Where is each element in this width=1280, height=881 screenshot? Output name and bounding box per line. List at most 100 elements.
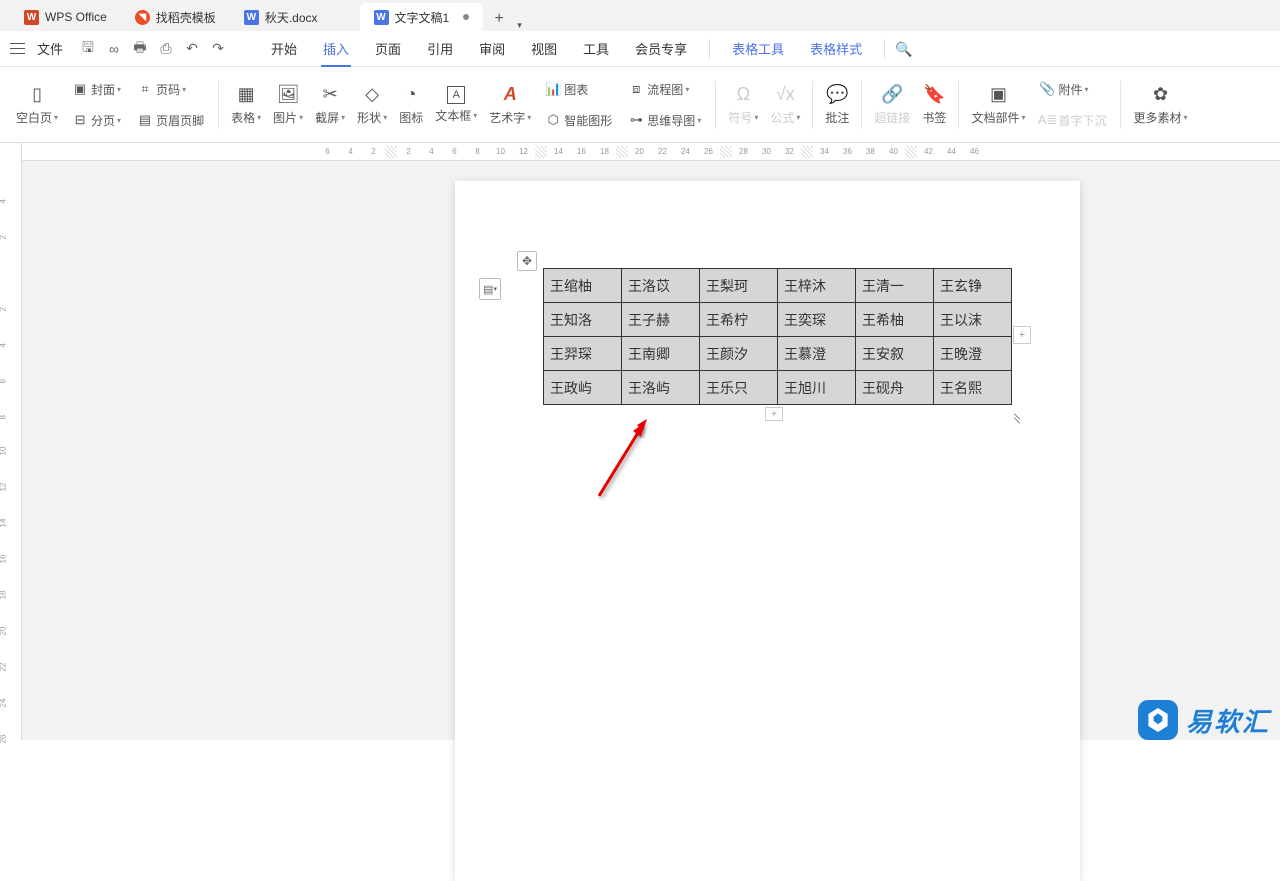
table-cell[interactable]: 王政屿 [544,371,622,405]
share-icon[interactable]: ∞ [105,40,123,58]
table-cell[interactable]: 王南卿 [622,337,700,371]
ribbon: ▯ 空白页▾ ▣封面▾ ⊟分页▾ ⌗页码▾ ▤页眉页脚 ▦表格▾ 🖼图片▾ ✂截… [0,67,1280,143]
table-cell[interactable]: 王慕澄 [778,337,856,371]
table-cell[interactable]: 王颜汐 [700,337,778,371]
symbol-button[interactable]: Ω符号▾ [722,73,764,137]
docer-icon: ◥ [135,10,150,25]
screenshot-button[interactable]: ✂截屏▾ [309,73,351,137]
table-button[interactable]: ▦表格▾ [225,73,267,137]
table-cell[interactable]: 王洛屿 [622,371,700,405]
add-column-button[interactable]: + [1013,326,1031,344]
mindmap-button[interactable]: ⊶思维导图▾ [624,105,705,135]
tab-member[interactable]: 会员专享 [623,31,699,67]
tab-reference[interactable]: 引用 [415,31,465,67]
tab-start[interactable]: 开始 [259,31,309,67]
table-cell[interactable]: 王希柠 [700,303,778,337]
textbox-button[interactable]: A文本框▾ [429,73,483,137]
table-cell[interactable]: 王子赫 [622,303,700,337]
bookmark-button[interactable]: 🔖书签 [916,73,952,137]
tab-table-tools[interactable]: 表格工具 [720,31,796,67]
table-cell[interactable]: 王梨珂 [700,269,778,303]
unsaved-dot-icon [463,14,469,20]
table-icon: ▦ [235,84,257,106]
doc-parts-button[interactable]: ▣文档部件▾ [965,73,1031,137]
tab-document-2[interactable]: W 文字文稿1 [360,3,484,31]
table-cell[interactable]: 王名熙 [934,371,1012,405]
attachment-button[interactable]: 📎附件▾ [1035,74,1110,104]
table-cell[interactable]: 王绾柚 [544,269,622,303]
table-cell[interactable]: 王清一 [856,269,934,303]
tab-view[interactable]: 视图 [519,31,569,67]
table-cell[interactable]: 王羿琛 [544,337,622,371]
tab-insert[interactable]: 插入 [311,31,361,67]
document-area: 4 2 2 4 6 8 10 12 14 16 18 20 22 24 26 6… [0,143,1280,740]
dropcap-icon: A≣ [1039,112,1055,128]
table-cell[interactable]: 王砚舟 [856,371,934,405]
print-preview-icon[interactable]: ⎙ [157,40,175,58]
flowchart-button[interactable]: ⧈流程图▾ [624,74,705,104]
table-row[interactable]: 王政屿王洛屿王乐只王旭川王砚舟王名熙 [544,371,1012,405]
chart-button[interactable]: 📊图表 [541,74,616,104]
redo-icon[interactable]: ↷ [209,40,227,58]
table-cell[interactable]: 王以沫 [934,303,1012,337]
picture-button[interactable]: 🖼图片▾ [267,73,309,137]
tab-label: WPS Office [45,10,107,24]
page-number-button[interactable]: ⌗页码▾ [133,74,208,104]
new-tab-button[interactable]: + [487,7,511,31]
menu-bar: 文件 🖫 ∞ 🖶 ⎙ ↶ ↷ 开始 插入 页面 引用 审阅 视图 工具 会员专享… [0,31,1280,67]
blank-page-icon: ▯ [26,84,48,106]
print-icon[interactable]: 🖶 [131,40,149,58]
table-move-handle[interactable]: ✥ [517,251,537,271]
table-row[interactable]: 王绾柚王洛苡王梨珂王梓沐王清一王玄铮 [544,269,1012,303]
tab-table-style[interactable]: 表格样式 [798,31,874,67]
shape-button[interactable]: ◇形状▾ [351,73,393,137]
document-table[interactable]: 王绾柚王洛苡王梨珂王梓沐王清一王玄铮王知洛王子赫王希柠王奕琛王希柚王以沫王羿琛王… [543,268,1012,405]
smartart-button[interactable]: ⬡智能图形 [541,105,616,135]
table-row[interactable]: 王羿琛王南卿王颜汐王慕澄王安叙王晚澄 [544,337,1012,371]
blank-page-button[interactable]: ▯ 空白页▾ [10,73,64,137]
hamburger-icon[interactable] [10,43,25,54]
table-row-selector[interactable]: ▤ ▾ [479,278,501,300]
table-cell[interactable]: 王玄铮 [934,269,1012,303]
icon-button[interactable]: ◔图标 [393,73,429,137]
document-page[interactable]: ✥ ▤ ▾ 王绾柚王洛苡王梨珂王梓沐王清一王玄铮王知洛王子赫王希柠王奕琛王希柚王… [455,181,1080,881]
vertical-ruler[interactable]: 4 2 2 4 6 8 10 12 14 16 18 20 22 24 26 [0,143,22,740]
table-cell[interactable]: 王梓沐 [778,269,856,303]
cover-button[interactable]: ▣封面▾ [68,74,125,104]
hyperlink-button[interactable]: 🔗超链接 [868,73,916,137]
tab-list-dropdown[interactable]: ▾ [517,20,522,31]
page-break-button[interactable]: ⊟分页▾ [68,105,125,135]
table-resize-handle[interactable] [1013,414,1023,424]
table-cell[interactable]: 王旭川 [778,371,856,405]
table-cell[interactable]: 王希柚 [856,303,934,337]
header-footer-button[interactable]: ▤页眉页脚 [133,105,208,135]
tab-document-1[interactable]: W 秋天.docx [230,3,332,31]
tab-wps-office[interactable]: W WPS Office [10,3,121,31]
menu-tabs: 开始 插入 页面 引用 审阅 视图 工具 会员专享 表格工具 表格样式 🔍 [259,31,911,67]
dropcap-button[interactable]: A≣首字下沉 [1035,105,1110,135]
save-icon[interactable]: 🖫 [79,40,97,58]
equation-button[interactable]: √x公式▾ [764,73,806,137]
symbol-icon: Ω [732,84,754,106]
table-cell[interactable]: 王安叙 [856,337,934,371]
comment-button[interactable]: 💬批注 [819,73,855,137]
tab-page[interactable]: 页面 [363,31,413,67]
annotation-arrow [589,411,659,501]
table-cell[interactable]: 王知洛 [544,303,622,337]
tab-docer[interactable]: ◥ 找稻壳模板 [121,3,230,31]
search-icon[interactable]: 🔍 [895,41,911,57]
table-cell[interactable]: 王奕琛 [778,303,856,337]
tab-review[interactable]: 审阅 [467,31,517,67]
horizontal-ruler[interactable]: 6422468101214161820222426283032343638404… [22,143,1280,161]
table-cell[interactable]: 王晚澄 [934,337,1012,371]
mindmap-icon: ⊶ [628,112,644,128]
table-cell[interactable]: 王乐只 [700,371,778,405]
wordart-button[interactable]: A艺术字▾ [483,73,537,137]
file-menu[interactable]: 文件 [37,39,63,58]
more-materials-button[interactable]: ✿更多素材▾ [1127,73,1193,137]
table-cell[interactable]: 王洛苡 [622,269,700,303]
undo-icon[interactable]: ↶ [183,40,201,58]
tab-tools[interactable]: 工具 [571,31,621,67]
add-row-button[interactable]: + [765,407,783,421]
table-row[interactable]: 王知洛王子赫王希柠王奕琛王希柚王以沫 [544,303,1012,337]
